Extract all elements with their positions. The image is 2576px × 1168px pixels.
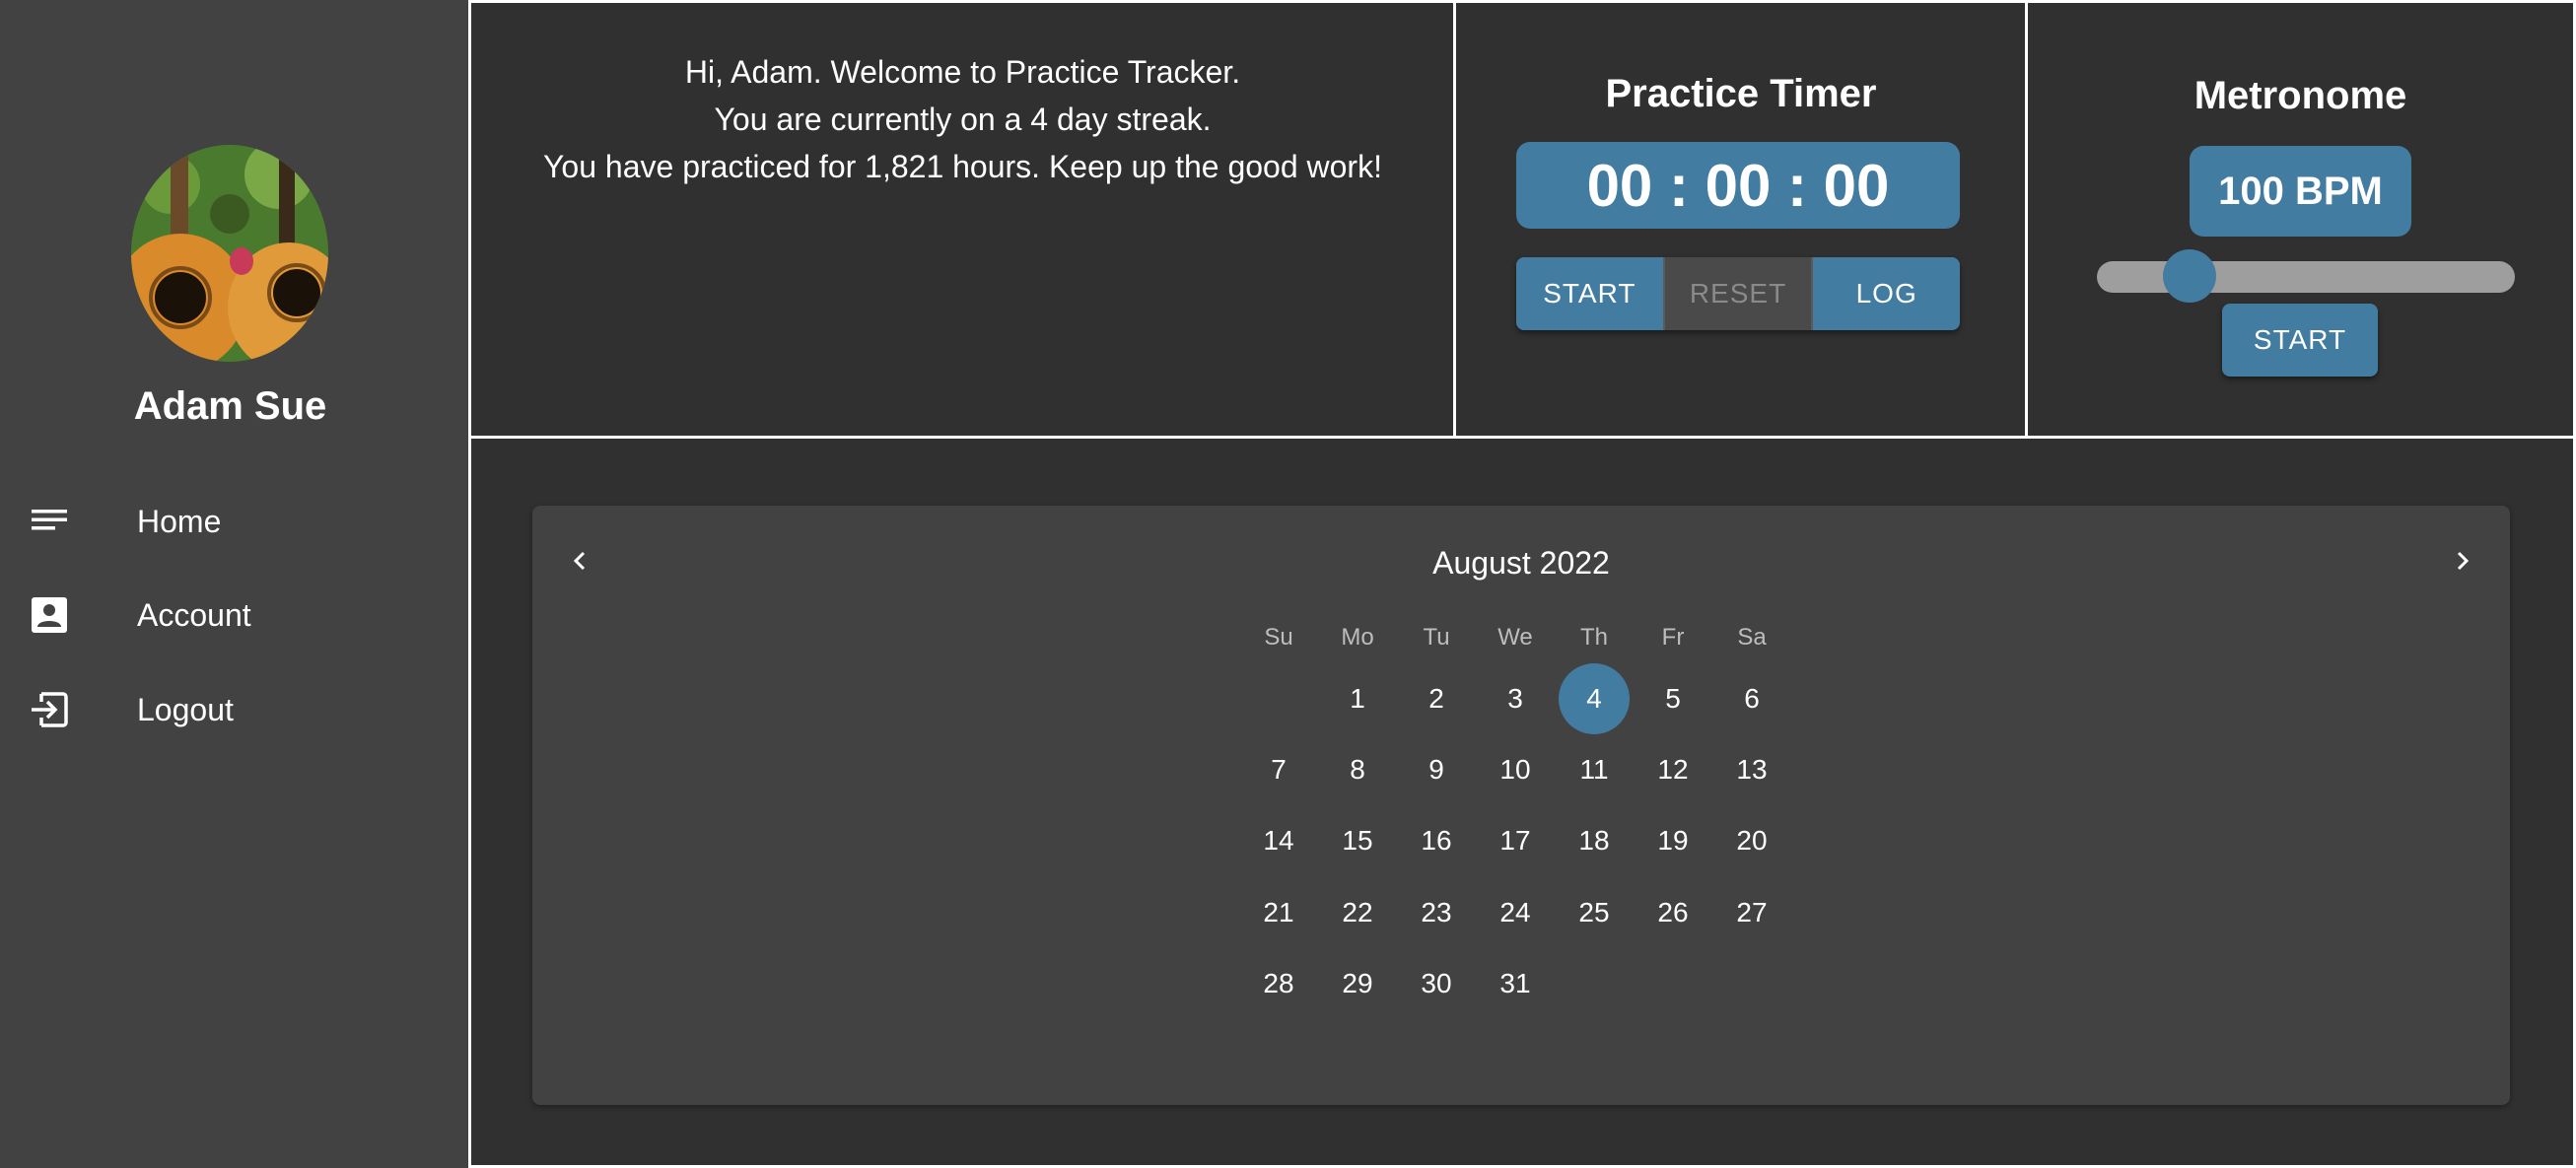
sidebar-item-logout[interactable]: Logout [0,670,468,749]
calendar-day[interactable]: 2 [1401,663,1472,734]
welcome-panel: Hi, Adam. Welcome to Practice Tracker. Y… [468,0,1457,440]
calendar-day[interactable]: 25 [1559,877,1630,948]
calendar-day[interactable]: 26 [1637,877,1708,948]
calendar-day[interactable]: 8 [1322,734,1393,805]
calendar-day-selected[interactable]: 4 [1559,663,1630,734]
guitars-photo [131,145,328,362]
timer-start-button[interactable]: START [1516,257,1663,330]
sidebar-item-label: Home [137,503,222,539]
calendar-day[interactable]: 5 [1637,663,1708,734]
calendar-day[interactable]: 17 [1480,805,1551,876]
avatar [131,145,328,362]
calendar-panel: August 2022 Su Mo Tu We Th Fr Sa 1 2 3 4 5 6 7 8 9 10 11 1… [468,436,2576,1168]
weekday-label: Su [1264,624,1293,651]
calendar-day[interactable]: 31 [1480,948,1551,1019]
timer-display: 00 : 00 : 00 [1516,142,1960,229]
logout-icon [30,690,69,729]
calendar-day[interactable]: 9 [1401,734,1472,805]
sidebar-item-label: Account [137,596,251,633]
sidebar-item-label: Logout [137,691,234,727]
account-box-icon [30,595,69,635]
bpm-slider-track[interactable] [2097,261,2515,293]
timer-log-button[interactable]: LOG [1811,257,1960,330]
calendar: August 2022 Su Mo Tu We Th Fr Sa 1 2 3 4 5 6 7 8 9 10 11 1… [532,506,2510,1105]
weekday-label: Sa [1737,624,1767,651]
calendar-grid: Su Mo Tu We Th Fr Sa 1 2 3 4 5 6 7 8 9 10 11 12 13 14 15 16 17 1… [532,506,2510,1105]
weekday-label: Th [1579,624,1608,651]
calendar-day[interactable]: 6 [1716,663,1787,734]
sidebar-item-account[interactable]: Account [0,576,468,654]
timer-button-group: START RESET LOG [1516,257,1960,330]
calendar-day[interactable]: 12 [1637,734,1708,805]
weekday-label: Fr [1661,624,1685,651]
calendar-day[interactable]: 19 [1637,805,1708,876]
metronome-title: Metronome [2193,74,2407,117]
app: Adam Sue Home Account Logout Hi, Adam. W… [0,0,2576,1168]
metronome-start-button[interactable]: START [2222,304,2378,377]
welcome-greeting: Hi, Adam. Welcome to Practice Tracker. [684,54,1241,90]
calendar-day[interactable]: 29 [1322,948,1393,1019]
weekday-label: Tu [1423,624,1450,651]
calendar-day[interactable]: 7 [1243,734,1314,805]
welcome-streak: You are currently on a 4 day streak. [714,102,1212,137]
calendar-day[interactable]: 10 [1480,734,1551,805]
calendar-day[interactable]: 1 [1322,663,1393,734]
calendar-day[interactable]: 30 [1401,948,1472,1019]
calendar-day[interactable]: 11 [1559,734,1630,805]
weekday-label: Mo [1341,624,1374,651]
calendar-day[interactable]: 15 [1322,805,1393,876]
calendar-day[interactable]: 22 [1322,877,1393,948]
timer-reset-button[interactable]: RESET [1662,257,1812,330]
calendar-day[interactable]: 23 [1401,877,1472,948]
timer-panel: Practice Timer 00 : 00 : 00 START RESET … [1453,0,2029,440]
calendar-day[interactable]: 3 [1480,663,1551,734]
username: Adam Sue [133,384,327,428]
calendar-day[interactable]: 24 [1480,877,1551,948]
calendar-day[interactable]: 28 [1243,948,1314,1019]
sidebar: Adam Sue Home Account Logout [0,0,468,1168]
sidebar-item-home[interactable]: Home [0,482,468,561]
calendar-day[interactable]: 18 [1559,805,1630,876]
calendar-day[interactable]: 27 [1716,877,1787,948]
welcome-hours: You have practiced for 1,821 hours. Keep… [543,149,1382,184]
metronome-panel: Metronome 100 BPM START [2025,0,2576,440]
calendar-day[interactable]: 13 [1716,734,1787,805]
calendar-day[interactable]: 21 [1243,877,1314,948]
bpm-display: 100 BPM [2190,146,2411,237]
calendar-day[interactable]: 20 [1716,805,1787,876]
calendar-day[interactable]: 16 [1401,805,1472,876]
menu-lines-icon [30,502,69,541]
timer-title: Practice Timer [1605,72,1877,115]
calendar-day[interactable]: 14 [1243,805,1314,876]
weekday-label: We [1497,624,1533,651]
bpm-slider-thumb[interactable] [2163,249,2217,303]
